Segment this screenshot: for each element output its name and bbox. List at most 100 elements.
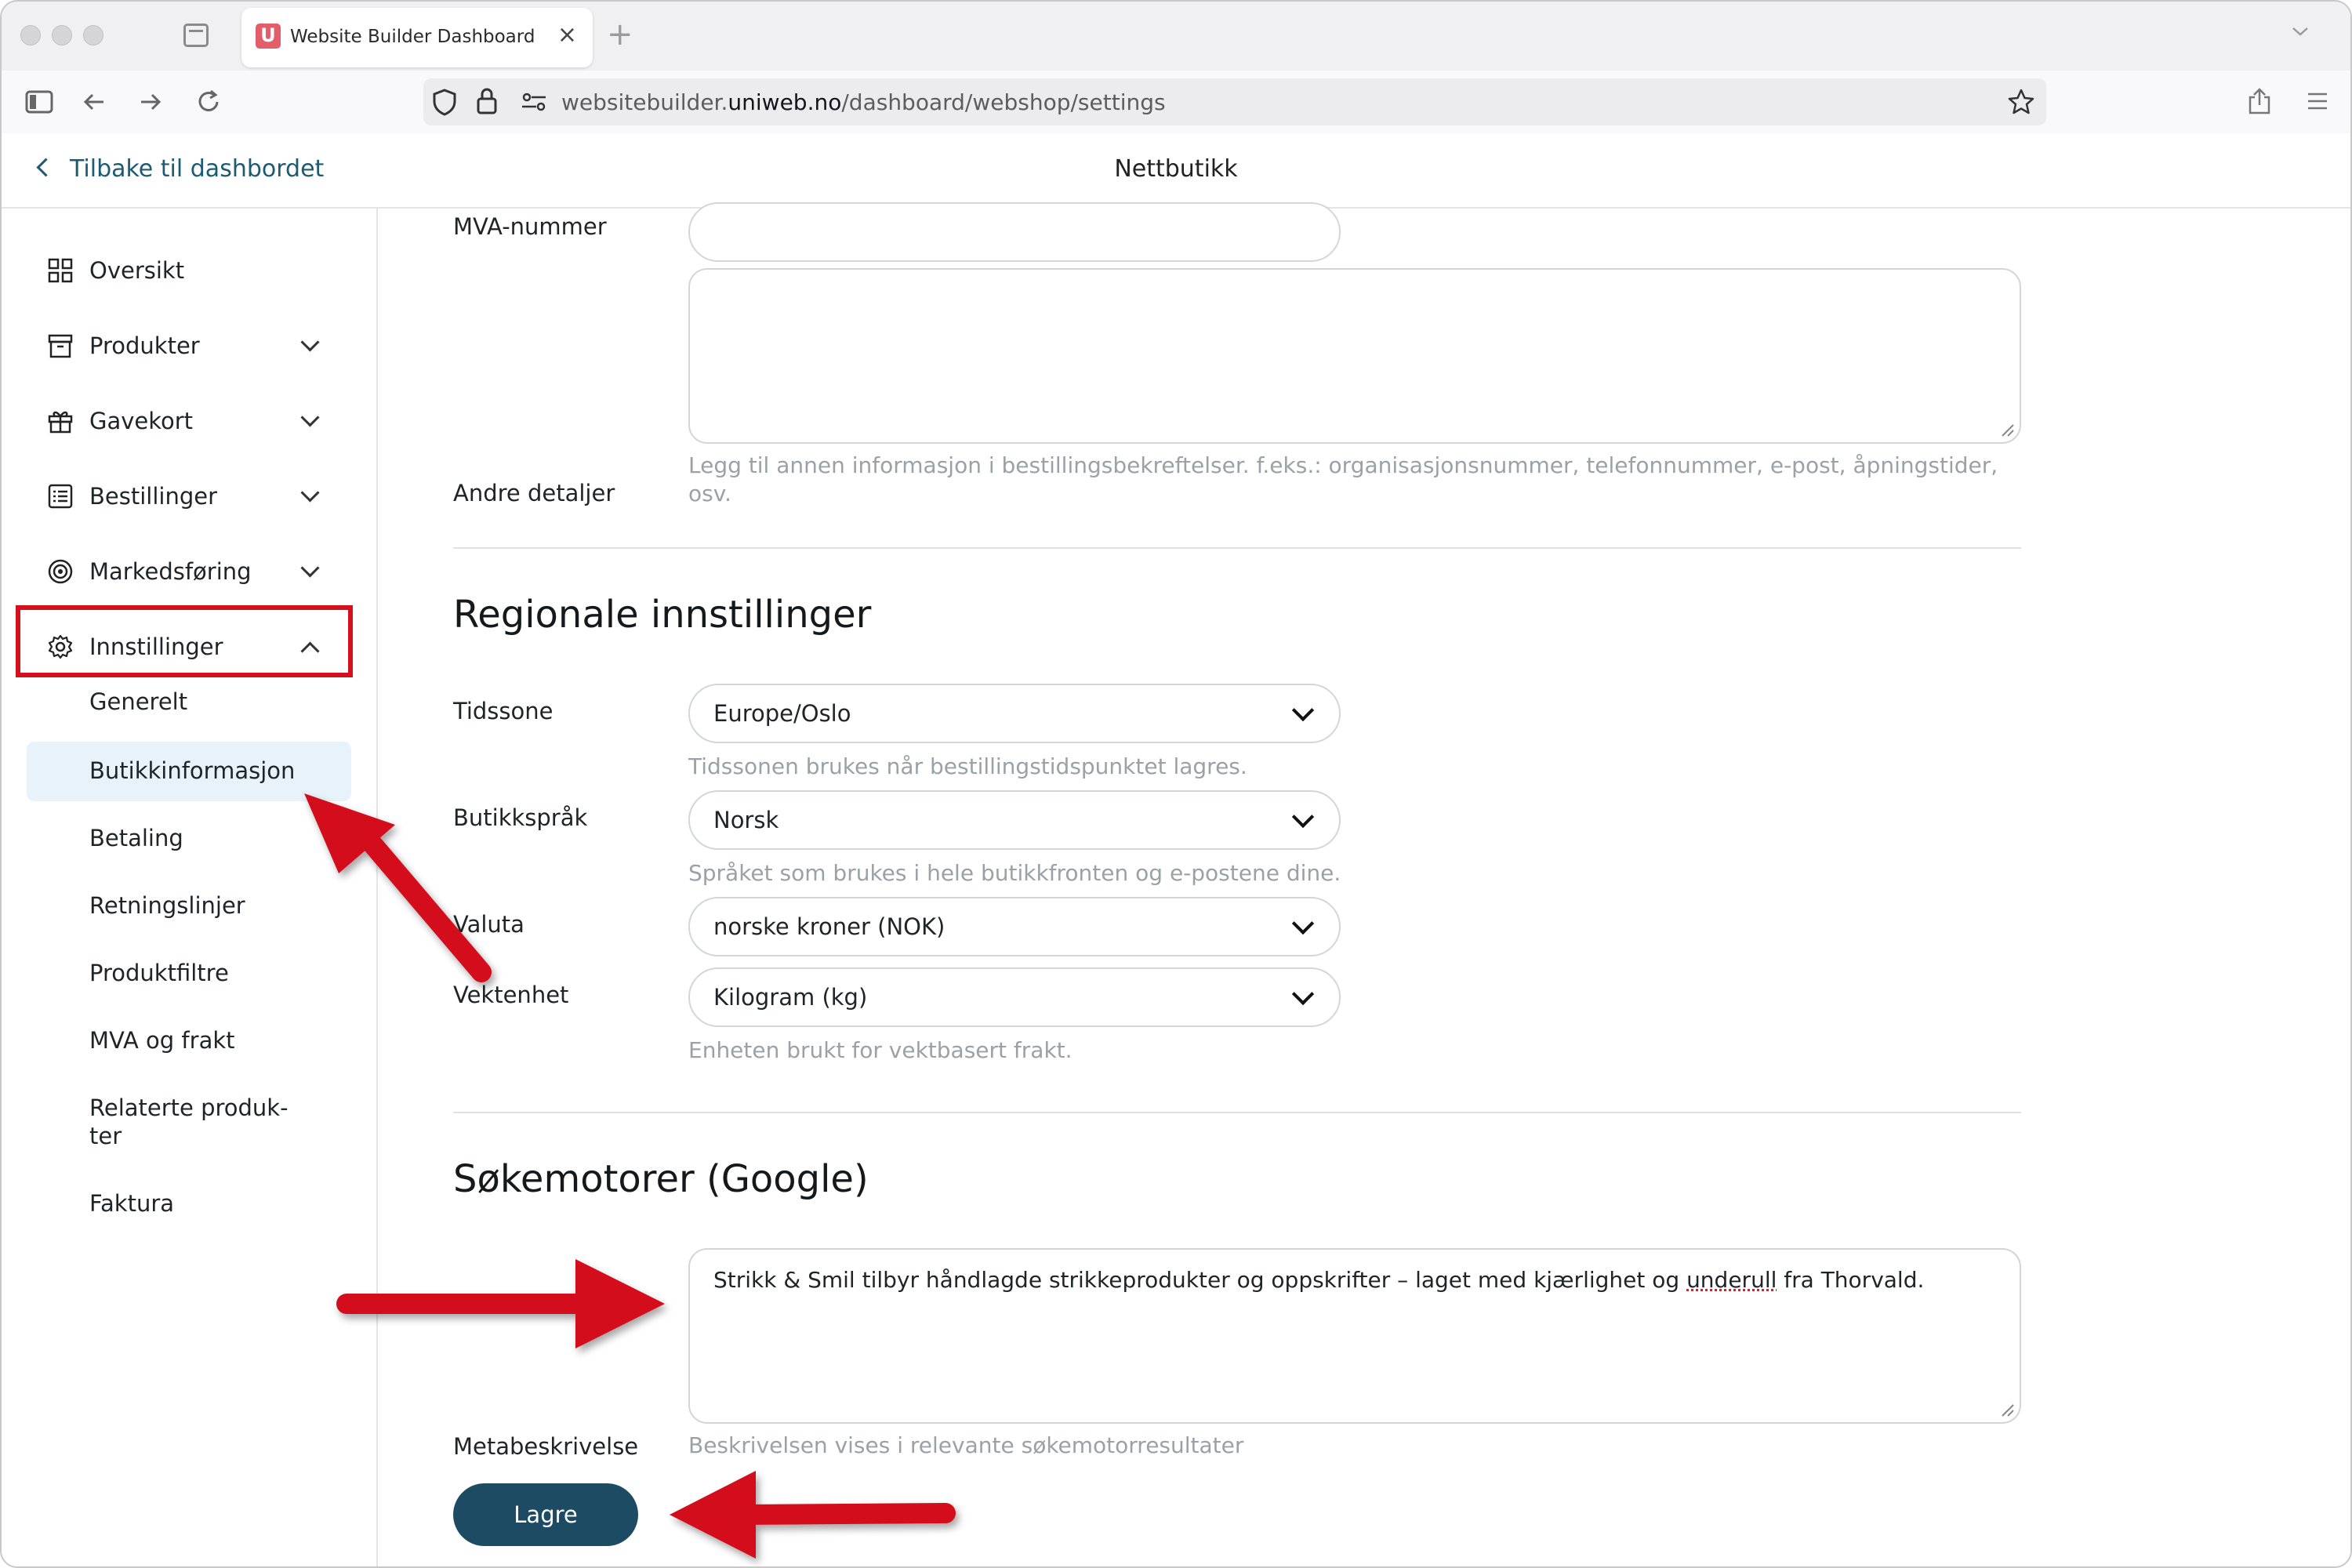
chevron-down-icon	[1291, 805, 1315, 829]
sidebar-toggle-icon[interactable]	[25, 89, 53, 114]
sidebar-subitem-label: Generelt	[89, 688, 188, 715]
timezone-help: Tidssonen brukes når bestillingstidspunk…	[688, 753, 1247, 779]
sidebar-subitem-relaterte-produkter[interactable]: Relaterte produk- ter	[27, 1094, 351, 1157]
zoom-window-button[interactable]	[83, 25, 103, 45]
close-window-button[interactable]	[20, 25, 41, 45]
timezone-value: Europe/Oslo	[713, 700, 851, 727]
sidebar-item-label: Gavekort	[89, 408, 194, 434]
chevron-down-icon[interactable]	[2291, 22, 2310, 41]
back-arrow-icon[interactable]	[80, 88, 108, 116]
sidebar-item-label: Markedsføring	[89, 558, 252, 585]
store-language-select[interactable]: Norsk	[688, 790, 1341, 850]
sidebar-subitem-label: Faktura	[89, 1190, 175, 1217]
tab-overview-icon[interactable]	[183, 24, 209, 47]
other-details-help-line: osv.	[688, 481, 732, 506]
currency-label: Valuta	[453, 911, 524, 938]
sidebar-subitem-label: Retningslinjer	[89, 892, 245, 919]
regional-settings-heading: Regionale innstillinger	[453, 593, 872, 637]
sidebar-subitem-retningslinjer[interactable]: Retningslinjer	[27, 892, 351, 939]
shield-icon[interactable]	[431, 88, 458, 116]
weight-unit-value: Kilogram (kg)	[713, 984, 868, 1011]
app-header: Tilbake til dashbordet Nettbutikk	[2, 133, 2350, 209]
sidebar: Oversikt Produkter Gavekort Bestillinger…	[2, 209, 378, 1566]
vat-number-label: MVA-nummer	[453, 213, 607, 240]
sidebar-item-label: Produkter	[89, 332, 200, 359]
weight-unit-label: Vektenhet	[453, 982, 569, 1008]
gift-icon	[48, 411, 73, 434]
url-bar[interactable]: websitebuilder.uniweb.no/dashboard/websh…	[423, 78, 2046, 125]
sidebar-subitem-label: Betaling	[89, 825, 183, 851]
bookmark-star-icon[interactable]	[2007, 88, 2035, 116]
forward-arrow-icon[interactable]	[136, 88, 165, 116]
timezone-select[interactable]: Europe/Oslo	[688, 684, 1341, 743]
archive-box-icon	[48, 334, 73, 358]
list-icon	[48, 484, 73, 509]
uniweb-favicon-icon: U	[256, 24, 281, 49]
sidebar-item-label: Oversikt	[89, 257, 185, 284]
sidebar-subitem-label: Butikkinformasjon	[89, 757, 296, 784]
annotation-highlight-box	[16, 605, 353, 677]
sidebar-subitem-label: Produktfiltre	[89, 960, 229, 986]
site-permissions-icon[interactable]	[521, 91, 547, 113]
sidebar-subitem-label-continued: ter	[89, 1123, 122, 1149]
vat-number-field[interactable]	[688, 202, 1341, 262]
close-tab-icon[interactable]: ×	[557, 21, 577, 49]
meta-description-field[interactable]: Strikk & Smil tilbyr håndlagde strikkepr…	[688, 1248, 2021, 1424]
sidebar-subitem-mva-og-frakt[interactable]: MVA og frakt	[27, 1027, 351, 1074]
seo-heading: Søkemotorer (Google)	[453, 1157, 869, 1201]
sidebar-subitem-label: MVA og frakt	[89, 1027, 235, 1054]
other-details-field[interactable]	[688, 268, 2021, 444]
sidebar-subitem-betaling[interactable]: Betaling	[27, 825, 351, 872]
lock-icon[interactable]	[475, 86, 499, 116]
page-title: Nettbutikk	[1114, 155, 1238, 183]
store-language-label: Butikkspråk	[453, 804, 588, 831]
save-button[interactable]: Lagre	[453, 1483, 638, 1546]
divider	[453, 547, 2021, 549]
sidebar-subitem-label: Relaterte produk-	[89, 1094, 289, 1121]
meta-description-help: Beskrivelsen vises i relevante søkemotor…	[688, 1432, 1244, 1458]
sidebar-item-bestillinger[interactable]: Bestillinger	[27, 469, 348, 524]
resize-grip-icon[interactable]	[1998, 1400, 2015, 1417]
sidebar-item-gavekort[interactable]: Gavekort	[27, 394, 348, 448]
sidebar-item-produkter[interactable]: Produkter	[27, 318, 348, 373]
new-tab-button[interactable]: +	[607, 16, 633, 53]
other-details-help-line: Legg til annen informasjon i bestillings…	[688, 452, 1998, 478]
currency-select[interactable]: norske kroner (NOK)	[688, 897, 1341, 956]
chevron-down-icon	[300, 332, 320, 352]
chevron-down-icon	[300, 408, 320, 427]
chevron-down-icon	[300, 483, 320, 503]
browser-window: U Website Builder Dashboard × + websiteb…	[0, 0, 2352, 1568]
other-details-label: Andre detaljer	[453, 480, 615, 506]
target-icon	[48, 559, 73, 584]
reload-icon[interactable]	[194, 88, 223, 116]
minimize-window-button[interactable]	[52, 25, 72, 45]
currency-value: norske kroner (NOK)	[713, 913, 946, 940]
weight-unit-select[interactable]: Kilogram (kg)	[688, 967, 1341, 1027]
meta-description-value: Strikk & Smil tilbyr håndlagde strikkepr…	[713, 1267, 1925, 1293]
meta-description-label: Metabeskrivelse	[453, 1433, 639, 1460]
tab-website-builder[interactable]: U Website Builder Dashboard ×	[241, 8, 593, 67]
tab-title: Website Builder Dashboard	[290, 27, 535, 47]
menu-icon[interactable]	[2303, 88, 2332, 114]
sidebar-subitem-generelt[interactable]: Generelt	[27, 688, 351, 735]
chevron-down-icon	[1291, 699, 1315, 722]
navigation-bar: websitebuilder.uniweb.no/dashboard/websh…	[2, 71, 2350, 134]
sidebar-item-label: Bestillinger	[89, 483, 217, 510]
sidebar-item-oversikt[interactable]: Oversikt	[27, 243, 348, 298]
store-language-help: Språket som brukes i hele butikkfronten …	[688, 860, 1341, 886]
chevron-down-icon	[1291, 982, 1315, 1006]
sidebar-subitem-produktfiltre[interactable]: Produktfiltre	[27, 960, 351, 1007]
other-details-help: Legg til annen informasjon i bestillings…	[688, 452, 1998, 508]
chevron-down-icon	[300, 558, 320, 578]
sidebar-subitem-butikkinformasjon[interactable]: Butikkinformasjon	[27, 742, 351, 801]
misspelled-word: underull	[1686, 1267, 1777, 1293]
tab-bar: U Website Builder Dashboard × +	[2, 2, 2350, 71]
resize-grip-icon[interactable]	[1998, 420, 2015, 437]
divider	[453, 1112, 2021, 1113]
main-content: MVA-nummer Legg til annen informasjon i …	[378, 202, 2350, 1566]
share-icon[interactable]	[2245, 86, 2274, 116]
store-language-value: Norsk	[713, 807, 779, 833]
sidebar-subitem-faktura[interactable]: Faktura	[27, 1190, 351, 1237]
sidebar-item-markedsforing[interactable]: Markedsføring	[27, 544, 348, 599]
url-text: websitebuilder.uniweb.no/dashboard/websh…	[561, 89, 1166, 115]
